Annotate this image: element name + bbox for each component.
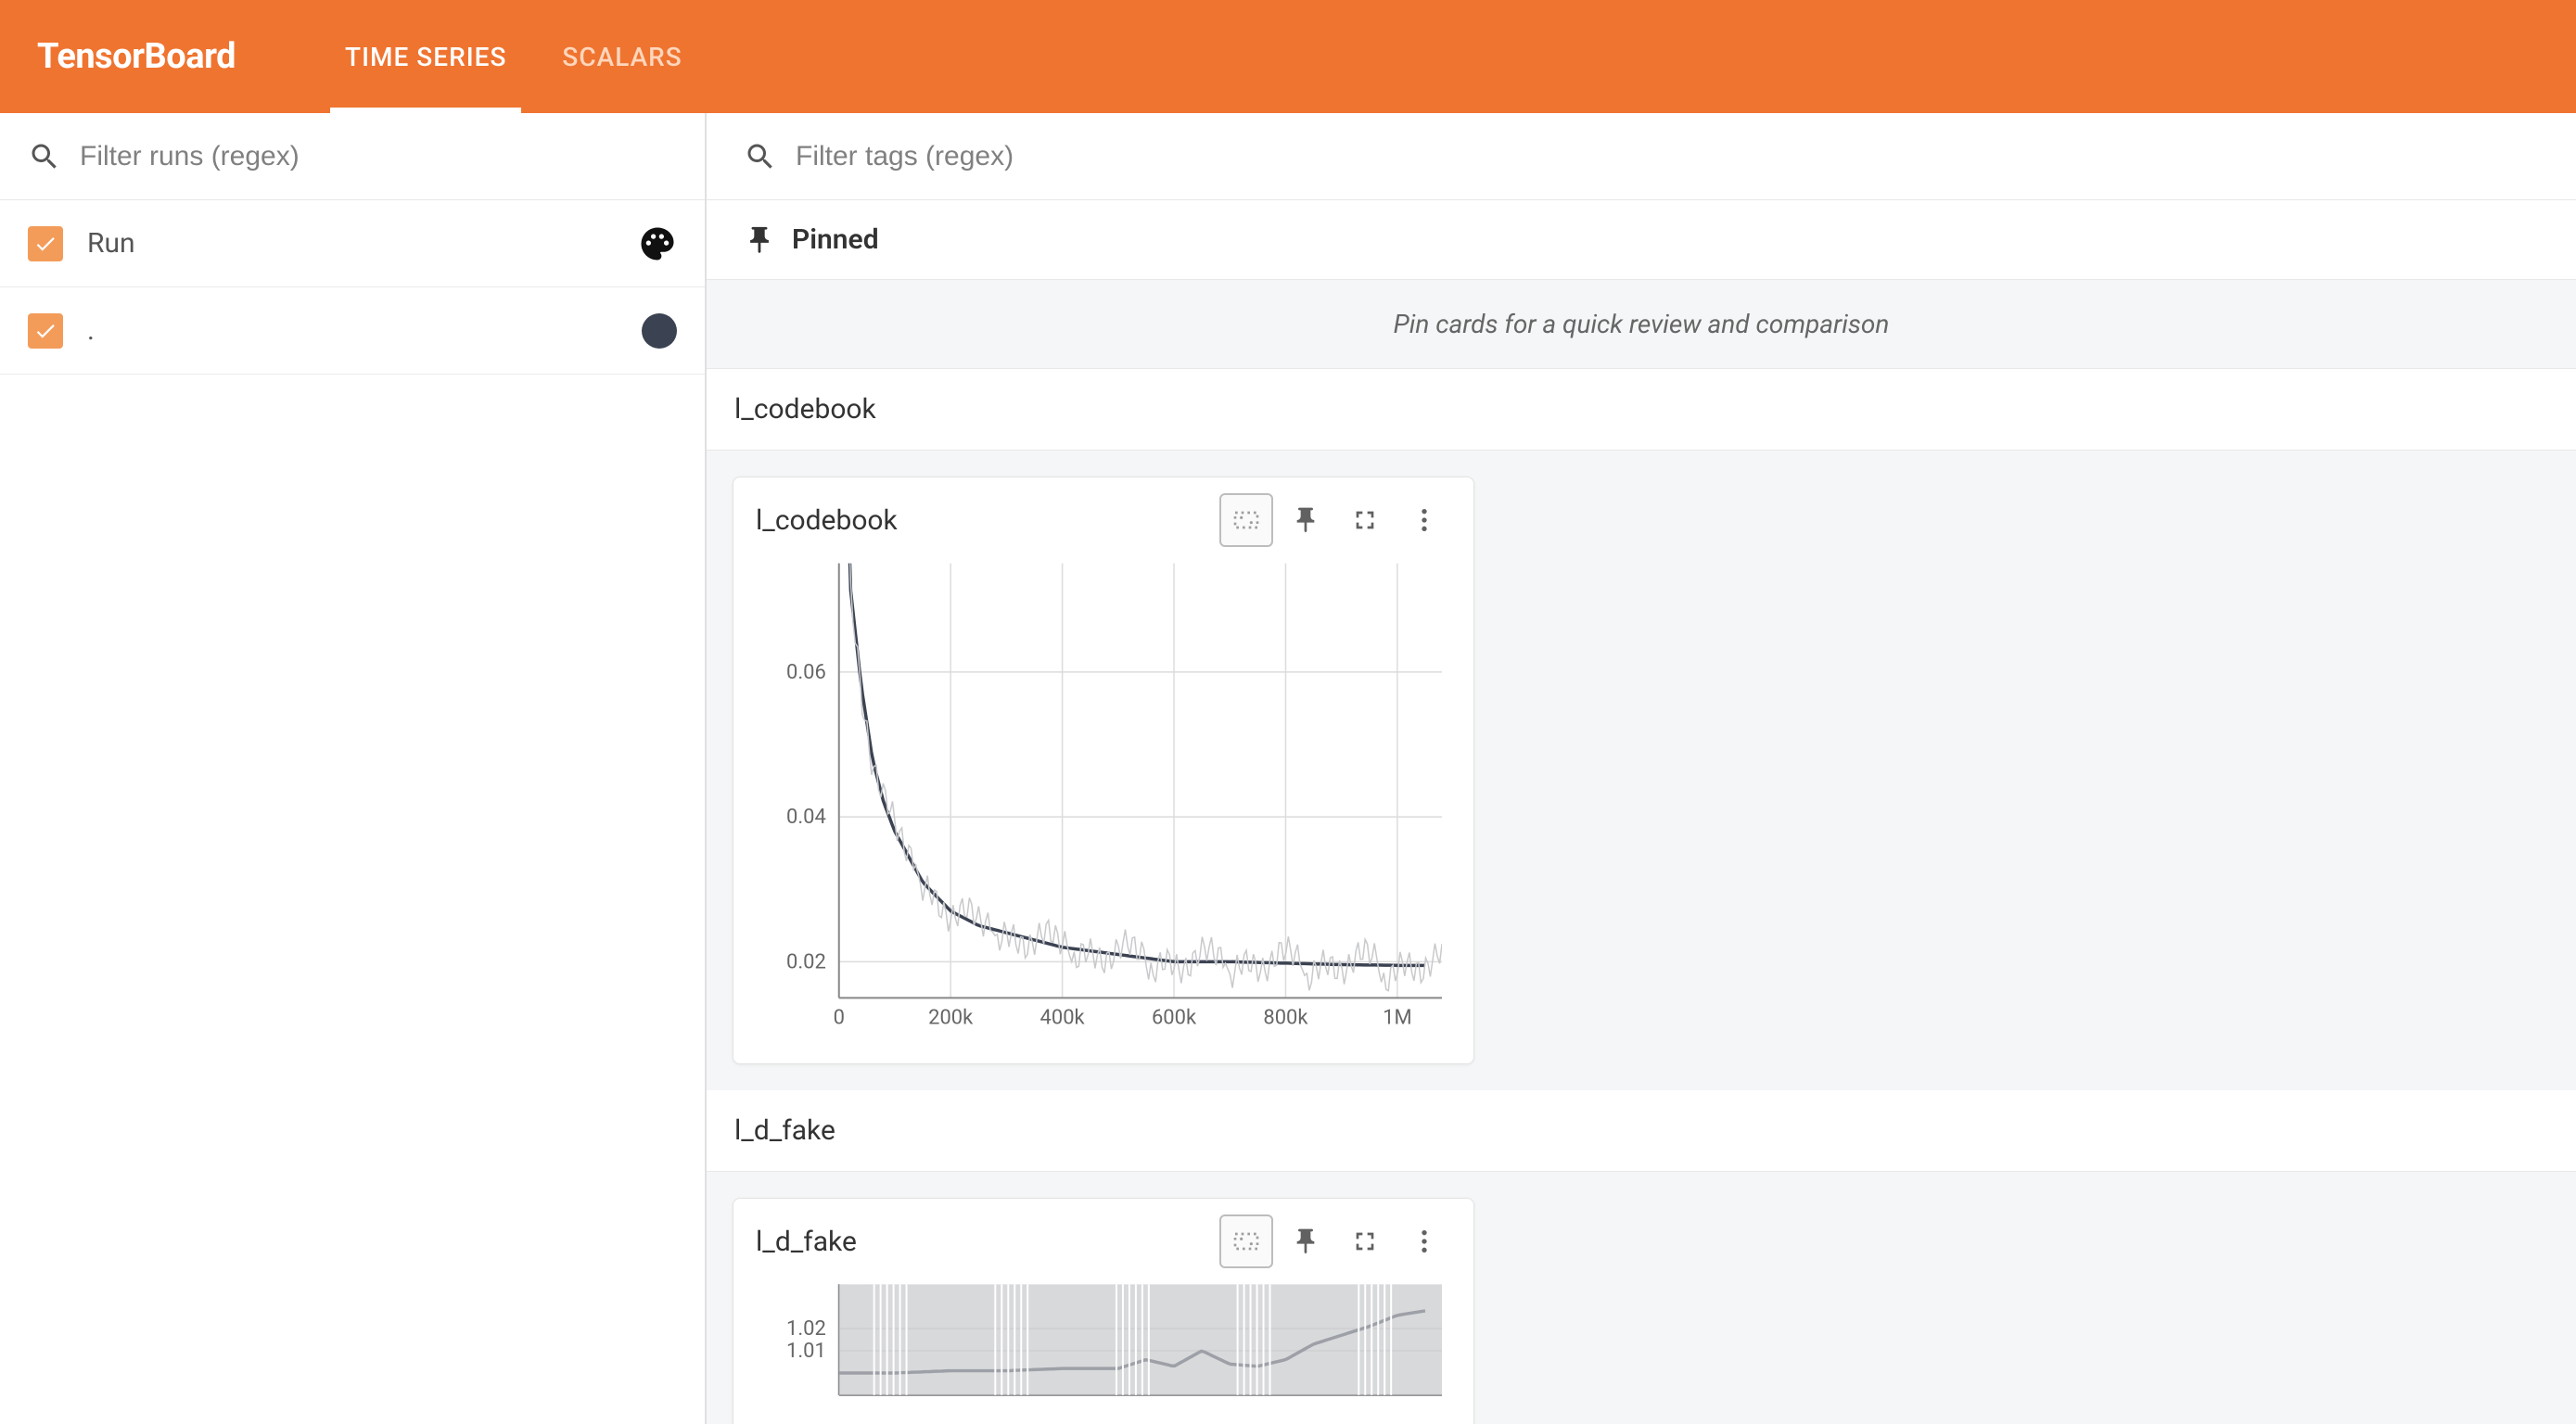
logo: TensorBoard — [37, 36, 236, 77]
run-checkbox[interactable] — [28, 313, 63, 349]
pinned-label: Pinned — [792, 223, 879, 256]
chart-l_codebook[interactable]: 0 200k 400k 600k 800k 1M 0.02 0.04 0.06 — [733, 563, 1473, 1063]
fit-domain-icon[interactable] — [1219, 493, 1273, 547]
search-icon — [28, 140, 61, 173]
tab-scalars[interactable]: SCALARS — [534, 0, 709, 113]
chart-l_d_fake[interactable]: 1.011.02 — [733, 1284, 1473, 1424]
runs-sidebar: Run . — [0, 113, 707, 1424]
svg-text:1.01: 1.01 — [786, 1340, 826, 1363]
search-icon — [744, 140, 777, 173]
svg-text:800k: 800k — [1263, 1006, 1308, 1029]
runs-header-label: Run — [87, 227, 638, 260]
tag-filter-input[interactable] — [796, 141, 2539, 172]
run-name: . — [87, 314, 642, 347]
svg-text:600k: 600k — [1152, 1006, 1197, 1029]
card-l_codebook: l_codebook — [733, 477, 1474, 1064]
run-row[interactable]: . — [0, 287, 705, 375]
main-content: Pinned Pin cards for a quick review and … — [707, 113, 2576, 1424]
pinned-header[interactable]: Pinned — [707, 200, 2576, 280]
palette-icon[interactable] — [638, 224, 677, 263]
tag-filter-row — [707, 113, 2576, 200]
pin-icon — [744, 224, 775, 256]
section-header-l_codebook[interactable]: l_codebook — [707, 369, 2576, 451]
pin-icon[interactable] — [1279, 493, 1333, 547]
svg-text:200k: 200k — [928, 1006, 974, 1029]
run-color-dot[interactable] — [642, 313, 677, 349]
more-icon[interactable] — [1397, 1214, 1451, 1268]
app-header: TensorBoard TIME SERIES SCALARS — [0, 0, 2576, 113]
runs-header-row: Run — [0, 200, 705, 287]
runs-filter-row — [0, 113, 705, 200]
pin-icon[interactable] — [1279, 1214, 1333, 1268]
runs-filter-input[interactable] — [80, 141, 677, 172]
fullscreen-icon[interactable] — [1338, 493, 1392, 547]
pinned-empty-message: Pin cards for a quick review and compari… — [707, 280, 2576, 369]
section-header-l_d_fake[interactable]: l_d_fake — [707, 1090, 2576, 1172]
svg-text:1.02: 1.02 — [786, 1317, 826, 1341]
fullscreen-icon[interactable] — [1338, 1214, 1392, 1268]
svg-text:1M: 1M — [1383, 1006, 1411, 1029]
svg-text:0.06: 0.06 — [786, 661, 826, 684]
card-title: l_codebook — [756, 504, 1219, 537]
fit-domain-icon[interactable] — [1219, 1214, 1273, 1268]
card-l_d_fake: l_d_fake — [733, 1198, 1474, 1424]
tab-time-series[interactable]: TIME SERIES — [317, 0, 534, 113]
svg-text:0: 0 — [834, 1006, 845, 1029]
svg-text:0.02: 0.02 — [786, 950, 826, 973]
svg-text:0.04: 0.04 — [786, 806, 826, 829]
card-title: l_d_fake — [756, 1226, 1219, 1258]
select-all-checkbox[interactable] — [28, 226, 63, 261]
header-tabs: TIME SERIES SCALARS — [317, 0, 710, 113]
svg-text:400k: 400k — [1040, 1006, 1086, 1029]
more-icon[interactable] — [1397, 493, 1451, 547]
